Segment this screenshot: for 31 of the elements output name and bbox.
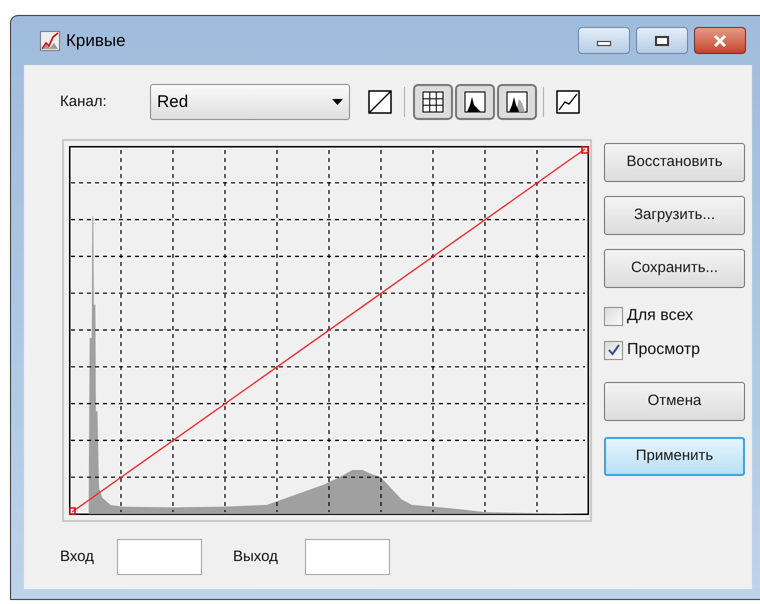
input-label: Вход bbox=[60, 546, 95, 567]
dialog-button[interactable]: Восстановить bbox=[604, 143, 745, 182]
checkmark-icon bbox=[608, 344, 620, 356]
checkbox-option[interactable]: Для всех bbox=[604, 304, 745, 328]
channel-dropdown[interactable]: Red bbox=[150, 84, 350, 120]
curve-icon[interactable] bbox=[556, 90, 580, 114]
checkbox[interactable] bbox=[604, 306, 623, 326]
histogram-toggle[interactable] bbox=[497, 84, 537, 120]
histogram-icon bbox=[464, 91, 486, 113]
dialog-button[interactable]: Отмена bbox=[604, 382, 745, 421]
checkbox[interactable] bbox=[604, 340, 623, 360]
window-title: Кривые bbox=[66, 30, 126, 52]
input-field[interactable] bbox=[117, 539, 202, 575]
maximize-button[interactable] bbox=[636, 27, 688, 54]
close-button[interactable] bbox=[694, 27, 746, 54]
dialog-button[interactable]: Загрузить... bbox=[604, 196, 745, 235]
output-field[interactable] bbox=[305, 539, 390, 575]
dialog-button[interactable]: Применить bbox=[604, 437, 745, 476]
channel-label: Канал: bbox=[60, 92, 108, 112]
checkbox-option[interactable]: Просмотр bbox=[604, 338, 745, 362]
dialog-button[interactable]: Сохранить... bbox=[604, 249, 745, 288]
grid-icon bbox=[422, 91, 444, 113]
histogram-toggle[interactable] bbox=[455, 84, 495, 120]
curve-app-icon bbox=[40, 30, 60, 50]
output-label: Выход bbox=[233, 546, 279, 567]
caret-icon bbox=[332, 99, 343, 105]
histogram-icon bbox=[506, 91, 528, 113]
diagonal-line-icon[interactable] bbox=[368, 90, 392, 114]
grid-toggle[interactable] bbox=[413, 84, 453, 120]
minimize-button[interactable] bbox=[578, 27, 630, 54]
close-icon bbox=[713, 34, 727, 46]
